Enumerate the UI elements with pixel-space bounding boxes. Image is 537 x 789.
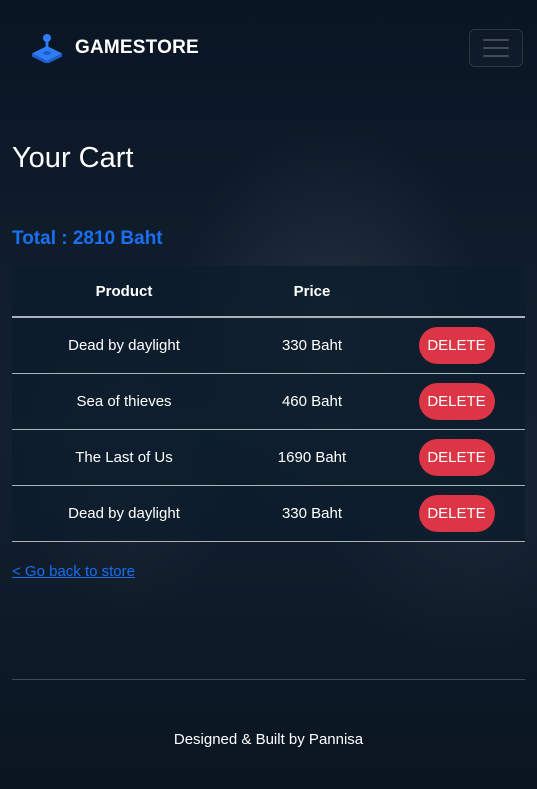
page: GAMESTORE Your Cart Total : 2810 Baht Pr…: [0, 0, 537, 789]
table-header-row: Product Price: [12, 266, 525, 318]
cart-table: Product Price Dead by daylight 330 Baht …: [12, 266, 525, 542]
brand-name: GAMESTORE: [75, 37, 199, 58]
product-name: The Last of Us: [12, 429, 236, 486]
navbar-toggler-button[interactable]: [469, 29, 523, 67]
product-name: Sea of thieves: [12, 373, 236, 430]
delete-button[interactable]: DELETE: [418, 495, 495, 532]
product-name: Dead by daylight: [12, 317, 236, 374]
column-header-action: [388, 266, 525, 318]
action-cell: DELETE: [388, 373, 525, 430]
footer-divider: [12, 679, 525, 680]
action-cell: DELETE: [388, 485, 525, 542]
hamburger-menu-icon: [483, 39, 509, 57]
table-row: The Last of Us 1690 Baht DELETE: [12, 429, 525, 486]
column-header-product: Product: [12, 266, 236, 318]
table-row: Dead by daylight 330 Baht DELETE: [12, 317, 525, 374]
navbar: GAMESTORE: [0, 0, 537, 100]
product-name: Dead by daylight: [12, 485, 236, 542]
table-row: Dead by daylight 330 Baht DELETE: [12, 485, 525, 542]
product-price: 1690 Baht: [236, 429, 388, 486]
delete-button[interactable]: DELETE: [418, 327, 495, 364]
action-cell: DELETE: [388, 317, 525, 374]
back-to-store-link[interactable]: < Go back to store: [12, 563, 135, 580]
column-header-price: Price: [236, 266, 388, 318]
product-price: 330 Baht: [236, 317, 388, 374]
product-price: 460 Baht: [236, 373, 388, 430]
delete-button[interactable]: DELETE: [418, 383, 495, 420]
action-cell: DELETE: [388, 429, 525, 486]
cart-total: Total : 2810 Baht: [12, 228, 163, 249]
footer-credit: Designed & Built by Pannisa: [173, 731, 364, 748]
delete-button[interactable]: DELETE: [418, 439, 495, 476]
page-title: Your Cart: [12, 142, 134, 174]
table-row: Sea of thieves 460 Baht DELETE: [12, 373, 525, 430]
brand-link[interactable]: GAMESTORE: [31, 33, 199, 63]
joystick-icon: [32, 34, 62, 63]
product-price: 330 Baht: [236, 485, 388, 542]
